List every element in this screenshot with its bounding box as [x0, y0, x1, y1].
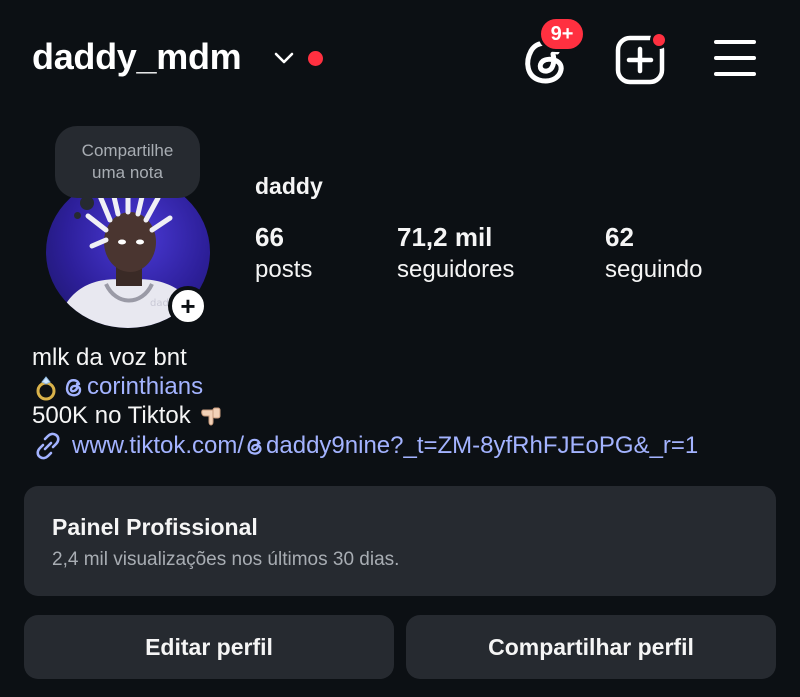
link-text-suffix: daddy9nine?_t=ZM-8yfRhFJEoPG&_r=1 — [266, 432, 699, 459]
pointing-down-emoji-icon — [200, 407, 221, 425]
note-placeholder-line2: uma nota — [92, 163, 163, 182]
dashboard-subtitle: 2,4 mil visualizações nos últimos 30 dia… — [52, 549, 400, 570]
menu-button[interactable] — [713, 38, 757, 78]
profile-page: daddy_mdm 9+ dad + Compartilhe uma nota … — [0, 0, 800, 697]
bio-line-2: corinthians — [32, 372, 225, 401]
threads-at-icon — [247, 438, 262, 455]
following-label: seguindo — [605, 256, 703, 283]
link-icon — [36, 432, 60, 460]
display-name: daddy — [255, 173, 323, 199]
note-placeholder-line1: Compartilhe — [81, 141, 174, 160]
share-profile-button[interactable]: Compartilhar perfil — [406, 615, 776, 679]
account-switcher-username[interactable]: daddy_mdm — [32, 36, 242, 78]
following-count: 62 — [605, 222, 634, 252]
chevron-down-icon[interactable] — [273, 50, 295, 66]
followers-stat[interactable]: 71,2 mil seguidores — [397, 221, 514, 287]
link-text-prefix: www.tiktok.com/ — [72, 432, 245, 459]
posts-label: posts — [255, 256, 313, 283]
followers-label: seguidores — [397, 256, 515, 283]
mention-text: corinthians — [87, 373, 204, 400]
add-story-button[interactable]: + — [168, 286, 208, 326]
hamburger-menu-icon — [714, 40, 756, 76]
bio-line-1: mlk da voz bnt — [32, 343, 225, 372]
bio-text-3: 500K no Tiktok — [32, 402, 191, 429]
posts-stat[interactable]: 66 posts — [255, 221, 312, 287]
edit-profile-button[interactable]: Editar perfil — [24, 615, 394, 679]
followers-count: 71,2 mil — [397, 222, 493, 252]
external-link[interactable]: www.tiktok.com/ daddy9nine?_t=ZM-8yfRhFJ… — [32, 430, 698, 462]
avatar-watermark: dad — [150, 298, 169, 309]
account-notification-dot — [308, 51, 323, 66]
following-stat[interactable]: 62 seguindo — [605, 221, 702, 287]
bio-text-1: mlk da voz bnt — [32, 344, 187, 371]
note-bubble-tail — [80, 196, 94, 210]
professional-dashboard-card[interactable]: Painel Profissional 2,4 mil visualizaçõe… — [24, 486, 776, 596]
posts-count: 66 — [255, 222, 284, 252]
note-bubble-tail-small — [74, 212, 81, 219]
threads-at-icon — [65, 378, 82, 396]
share-note-bubble[interactable]: Compartilhe uma nota — [55, 126, 200, 198]
create-notification-dot — [650, 31, 668, 49]
ring-emoji-icon — [36, 375, 56, 400]
notification-badge: 9+ — [538, 16, 586, 52]
dashboard-title: Painel Profissional — [52, 514, 258, 540]
mention-link[interactable]: corinthians — [62, 372, 203, 401]
bio-line-3: 500K no Tiktok — [32, 401, 225, 430]
bio: mlk da voz bnt corinthians 500K no Tikto… — [32, 343, 225, 430]
